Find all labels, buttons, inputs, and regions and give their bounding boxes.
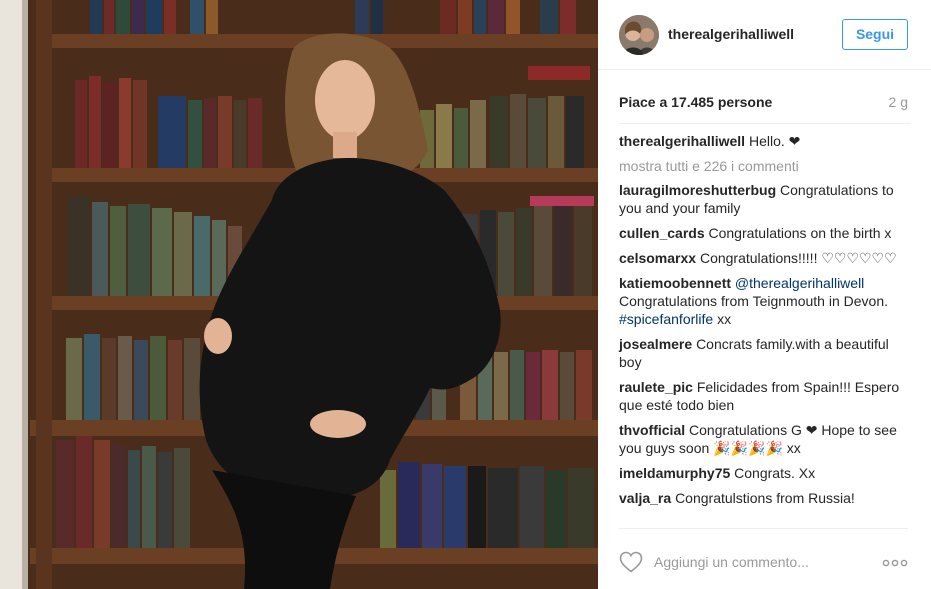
avatar[interactable] — [619, 15, 659, 55]
comment-mention-link[interactable]: @therealgerihalliwell — [735, 275, 864, 291]
comment-footer: Aggiungi un commento... — [619, 528, 908, 589]
comment-username[interactable]: raulete_pic — [619, 379, 693, 395]
heart-outline-icon[interactable] — [619, 551, 643, 573]
comment-username[interactable]: josealmere — [619, 336, 692, 352]
post-author-username[interactable]: therealgerihalliwell — [668, 26, 794, 42]
avatar-image — [619, 15, 659, 55]
comment-text-suffix: xx — [717, 311, 732, 327]
caption-username[interactable]: therealgerihalliwell — [619, 133, 745, 149]
comment-text: Congratulations from Teignmouth in Devon… — [619, 293, 889, 309]
caption: therealgerihalliwell Hello. ❤ — [619, 132, 911, 150]
comment-username[interactable]: valja_ra — [619, 490, 671, 506]
photo-illustration — [0, 0, 598, 589]
comment-username[interactable]: lauragilmoreshutterbug — [619, 182, 776, 198]
comment-username[interactable]: celsomarxx — [619, 250, 696, 266]
comment-hashtag-link[interactable]: #spicefanforlife — [619, 311, 713, 327]
post-details-panel: therealgerihalliwell Segui Piace a 17.48… — [598, 0, 931, 589]
comment-item: cullen_cards Congratulations on the birt… — [619, 224, 911, 242]
comment-item: katiemoobennett @therealgerihalliwell Co… — [619, 274, 911, 328]
more-options-icon[interactable] — [882, 559, 908, 567]
comment-text: Congratulations!!!!! ♡♡♡♡♡♡ — [699, 250, 897, 266]
comment-item: lauragilmoreshutterbug Congratulations t… — [619, 181, 911, 217]
comments-list: therealgerihalliwell Hello. ❤ mostra tut… — [619, 123, 911, 514]
show-all-comments-link[interactable]: mostra tutti e 226 i commenti — [619, 157, 911, 175]
likes-row: Piace a 17.485 persone 2 g — [619, 94, 908, 112]
comment-item: valja_ra Congratulstions from Russia! — [619, 489, 911, 507]
post-photo[interactable] — [0, 0, 598, 589]
comment-username[interactable]: katiemoobennett — [619, 275, 731, 291]
comment-text: Congrats. Xx — [734, 465, 816, 481]
follow-button[interactable]: Segui — [842, 19, 908, 50]
comment-username[interactable]: cullen_cards — [619, 225, 705, 241]
comment-text: Congratulstions from Russia! — [675, 490, 855, 506]
likes-count[interactable]: Piace a 17.485 persone — [619, 94, 772, 110]
comment-item: raulete_pic Felicidades from Spain!!! Es… — [619, 378, 911, 414]
comment-item: thvofficial Congratulations G ❤ Hope to … — [619, 421, 911, 457]
comment-item: imeldamurphy75 Congrats. Xx — [619, 464, 911, 482]
comment-username[interactable]: imeldamurphy75 — [619, 465, 730, 481]
caption-text: Hello. ❤ — [748, 133, 801, 149]
comment-username[interactable]: thvofficial — [619, 422, 685, 438]
post-header: therealgerihalliwell Segui — [598, 0, 931, 70]
comment-item: celsomarxx Congratulations!!!!! ♡♡♡♡♡♡ — [619, 249, 911, 267]
comment-text: Congratulations on the birth x — [708, 225, 892, 241]
post-age[interactable]: 2 g — [889, 94, 908, 110]
comment-item: josealmere Concrats family.with a beauti… — [619, 335, 911, 371]
add-comment-input[interactable]: Aggiungi un commento... — [654, 554, 809, 570]
